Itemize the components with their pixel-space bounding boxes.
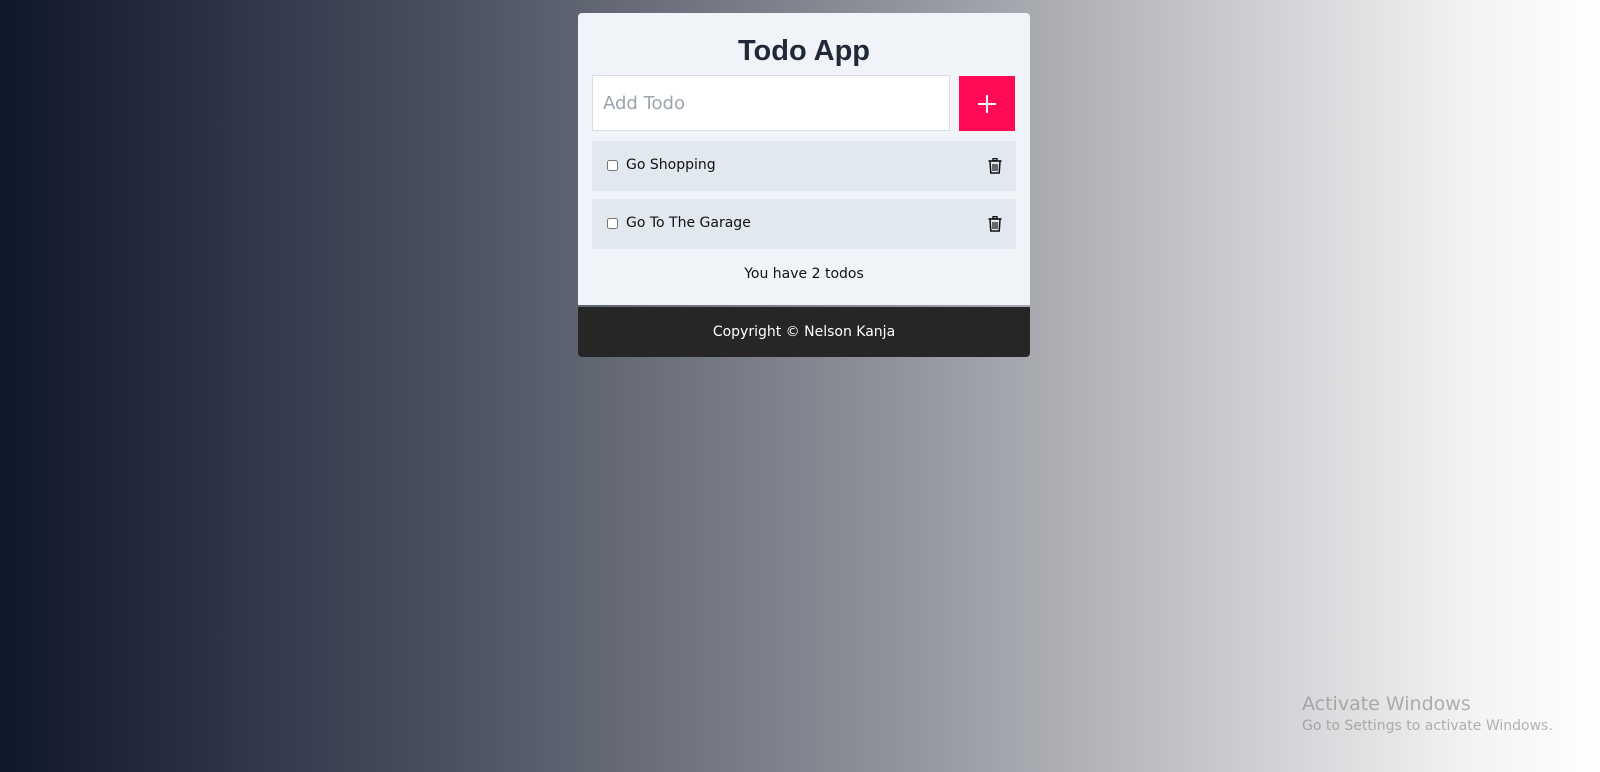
todo-count-summary: You have 2 todos (744, 266, 864, 282)
todo-checkbox[interactable] (607, 218, 618, 229)
add-todo-input[interactable] (592, 75, 950, 131)
trash-icon[interactable] (988, 216, 1002, 232)
activate-windows-watermark: Activate Windows Go to Settings to activ… (1302, 693, 1553, 734)
todo-label: Go Shopping (626, 157, 716, 173)
todo-card: Todo App Go Shopping Go To The Garage (578, 13, 1030, 305)
watermark-title: Activate Windows (1302, 693, 1471, 715)
trash-icon[interactable] (988, 158, 1002, 174)
footer: Copyright © Nelson Kanja (578, 307, 1030, 357)
watermark-subtitle: Go to Settings to activate Windows. (1302, 717, 1553, 734)
todo-item: Go Shopping (592, 141, 1016, 191)
todo-item: Go To The Garage (592, 199, 1016, 249)
plus-icon (978, 94, 996, 113)
add-todo-button[interactable] (959, 76, 1015, 131)
app-title: Todo App (737, 35, 871, 67)
todo-checkbox[interactable] (607, 160, 618, 171)
copyright-text: Copyright © Nelson Kanja (712, 324, 896, 340)
todo-label: Go To The Garage (626, 215, 751, 231)
